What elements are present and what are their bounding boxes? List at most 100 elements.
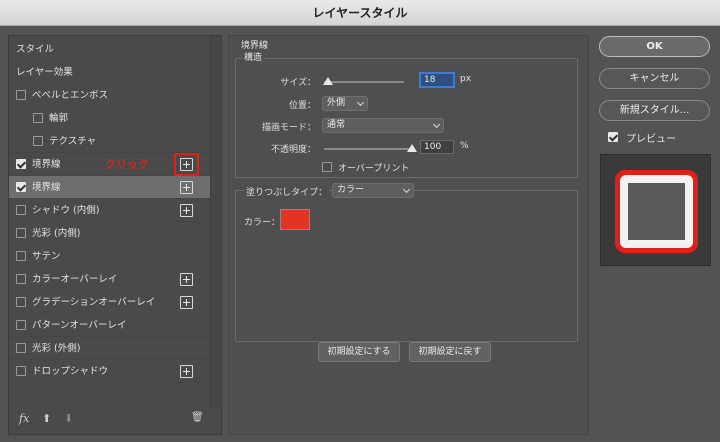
color-label: カラー： — [244, 218, 281, 228]
effect-label: ベベルとエンボス — [32, 90, 109, 101]
add-effect-icon[interactable] — [180, 296, 193, 309]
effects-list-footer: fx ⬆ ⬇ 🗑 — [9, 408, 221, 434]
preview-checkbox[interactable] — [608, 132, 618, 142]
chevron-down-icon — [432, 120, 441, 129]
fill-type-value: カラー — [337, 185, 365, 195]
effect-checkbox[interactable] — [16, 205, 26, 215]
effect-item[interactable]: ドロップシャドウ — [9, 360, 211, 383]
position-select[interactable]: 外側 — [322, 96, 368, 111]
effect-item[interactable]: サテン — [9, 245, 211, 268]
effect-checkbox[interactable] — [16, 320, 26, 330]
size-label: サイズ： — [280, 78, 316, 88]
opacity-label: 不透明度： — [270, 145, 316, 155]
add-effect-icon[interactable] — [180, 181, 193, 194]
size-input[interactable]: 18 — [420, 73, 454, 87]
effect-item[interactable]: レイヤー効果 — [9, 61, 211, 84]
window-title: レイヤースタイル — [0, 0, 720, 26]
add-effect-icon[interactable] — [180, 365, 193, 378]
effect-label: シャドウ (内側) — [32, 205, 100, 216]
effect-item[interactable]: 境界線 — [9, 176, 211, 199]
chevron-down-icon — [356, 98, 365, 107]
preview-label: プレビュー — [626, 134, 676, 145]
size-slider-thumb[interactable] — [323, 77, 333, 85]
effect-label: テクスチャ — [49, 136, 97, 147]
reset-default-button[interactable]: 初期設定に戻す — [409, 342, 491, 362]
effect-label: カラーオーバーレイ — [32, 274, 118, 285]
effect-header-label: スタイル — [16, 44, 55, 55]
ok-button[interactable]: OK — [599, 36, 710, 57]
overprint-label: オーバープリント — [338, 164, 410, 174]
effect-checkbox[interactable] — [16, 90, 26, 100]
move-down-icon[interactable]: ⬇ — [64, 412, 73, 425]
effect-checkbox[interactable] — [16, 182, 26, 192]
trash-icon[interactable]: 🗑 — [191, 412, 204, 423]
cancel-button[interactable]: キャンセル — [599, 68, 710, 89]
opacity-unit: % — [460, 141, 469, 151]
effect-checkbox[interactable] — [16, 297, 26, 307]
effect-item[interactable]: 境界線 クリック — [9, 153, 211, 176]
effect-label: 境界線 — [32, 159, 61, 170]
fill-type-label: 塗りつぶしタイプ： — [244, 185, 330, 198]
effect-checkbox[interactable] — [33, 113, 43, 123]
overprint-checkbox[interactable] — [322, 162, 332, 172]
fx-icon[interactable]: fx — [19, 412, 29, 425]
effect-item[interactable]: 光彩 (内側) — [9, 222, 211, 245]
effects-list-panel: スタイル レイヤー効果 ベベルとエンボス 輪郭 テクスチャ 境界線 クリック 境界線 シャドウ … — [8, 35, 222, 435]
effect-item[interactable]: グラデーションオーバーレイ — [9, 291, 211, 314]
effect-checkbox[interactable] — [16, 159, 26, 169]
blend-mode-value: 通常 — [327, 120, 346, 130]
effect-label: グラデーションオーバーレイ — [32, 297, 156, 308]
effects-list: スタイル レイヤー効果 ベベルとエンボス 輪郭 テクスチャ 境界線 クリック 境界線 シャドウ … — [9, 36, 211, 408]
stroke-settings-panel: 境界線 構造 サイズ： 18 px 位置： 外側 描画モード： 通常 不透明度：… — [228, 35, 589, 435]
effect-header-label: レイヤー効果 — [16, 67, 73, 78]
opacity-slider-track[interactable] — [324, 148, 412, 150]
effect-item[interactable]: カラーオーバーレイ — [9, 268, 211, 291]
new-style-button[interactable]: 新規スタイル... — [599, 100, 710, 121]
size-slider-track[interactable] — [324, 81, 404, 83]
effect-checkbox[interactable] — [16, 343, 26, 353]
effect-label: 境界線 — [32, 182, 61, 193]
effect-label: 光彩 (外側) — [32, 343, 81, 354]
fill-type-group: 塗りつぶしタイプ： カラー カラー： — [235, 183, 578, 342]
effect-item[interactable]: パターンオーバーレイ — [9, 314, 211, 337]
effect-label: サテン — [32, 251, 61, 262]
effect-checkbox[interactable] — [33, 136, 43, 146]
opacity-slider-thumb[interactable] — [407, 144, 417, 152]
effect-label: 輪郭 — [49, 113, 69, 124]
position-label: 位置： — [288, 101, 316, 111]
effect-checkbox[interactable] — [16, 366, 26, 376]
effect-label: パターンオーバーレイ — [32, 320, 127, 331]
effect-item[interactable]: テクスチャ — [9, 130, 211, 153]
size-unit: px — [460, 74, 472, 84]
color-swatch[interactable] — [280, 209, 310, 230]
layer-style-dialog: スタイル レイヤー効果 ベベルとエンボス 輪郭 テクスチャ 境界線 クリック 境界線 シャドウ … — [0, 26, 720, 442]
chevron-down-icon — [402, 185, 411, 194]
preview-thumbnail — [600, 154, 711, 266]
effect-item[interactable]: 輪郭 — [9, 107, 211, 130]
fill-type-select[interactable]: カラー — [332, 183, 414, 198]
callout-highlight-box — [174, 153, 199, 176]
effect-checkbox[interactable] — [16, 228, 26, 238]
effects-list-scrollbar[interactable] — [210, 36, 221, 408]
effect-label: 光彩 (内側) — [32, 228, 81, 239]
opacity-input[interactable]: 100 — [420, 140, 454, 154]
move-up-icon[interactable]: ⬆ — [42, 412, 51, 425]
make-default-button[interactable]: 初期設定にする — [318, 342, 400, 362]
effect-item[interactable]: ベベルとエンボス — [9, 84, 211, 107]
structure-title: 構造 — [242, 50, 265, 63]
preview-white-frame — [620, 175, 693, 248]
preview-stroke — [615, 170, 698, 253]
effect-checkbox[interactable] — [16, 274, 26, 284]
preview-fill — [628, 183, 685, 240]
effect-item[interactable]: 光彩 (外側) — [9, 337, 211, 360]
add-effect-icon[interactable] — [180, 273, 193, 286]
effect-label: ドロップシャドウ — [32, 366, 109, 377]
callout-click-text: クリック — [105, 158, 149, 171]
effect-item[interactable]: シャドウ (内側) — [9, 199, 211, 222]
position-value: 外側 — [327, 98, 346, 108]
effect-item[interactable]: スタイル — [9, 38, 211, 61]
effect-checkbox[interactable] — [16, 251, 26, 261]
add-effect-icon[interactable] — [180, 204, 193, 217]
blend-mode-label: 描画モード： — [261, 123, 316, 133]
blend-mode-select[interactable]: 通常 — [322, 118, 444, 133]
